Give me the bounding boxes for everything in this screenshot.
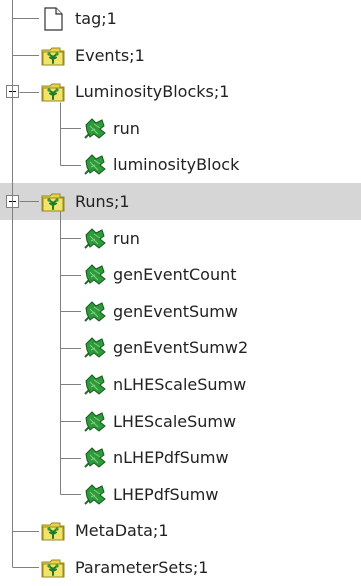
tree-folder-icon — [40, 189, 66, 215]
tree-folder-icon — [40, 518, 66, 544]
tree-node-runs-lhep[interactable]: LHEPdfSumw — [0, 476, 361, 513]
tree-node-label: luminosityBlock — [113, 155, 240, 175]
tree-view: tag;1 Events;1 LuminosityBlocks;1 run lumino… — [0, 0, 361, 580]
tree-node-label: MetaData;1 — [75, 521, 169, 541]
tree-node-label: nLHEScaleSumw — [113, 375, 247, 394]
tree-node-events[interactable]: Events;1 — [0, 37, 361, 74]
tree-node-runs-ges2[interactable]: genEventSumw2 — [0, 329, 361, 366]
leaf-branch-icon — [82, 482, 108, 508]
leaf-branch-icon — [82, 262, 108, 288]
tree-node-label: Events;1 — [75, 45, 145, 65]
tree-node-lumi-run[interactable]: run — [0, 110, 361, 147]
tree-node-label: genEventCount — [113, 265, 237, 285]
tree-node-runs-nlhes[interactable]: nLHEScaleSumw — [0, 366, 361, 403]
leaf-branch-icon — [82, 372, 108, 398]
tree-node-label: LHEPdfSumw — [113, 484, 219, 504]
tree-node-lumi-lb[interactable]: luminosityBlock — [0, 146, 361, 183]
collapse-icon[interactable] — [6, 195, 19, 208]
tree-node-runs-nlhep[interactable]: nLHEPdfSumw — [0, 439, 361, 476]
leaf-branch-icon — [82, 226, 108, 252]
tree-folder-icon — [40, 43, 66, 69]
tree-node-meta[interactable]: MetaData;1 — [0, 512, 361, 549]
tree-node-label: LHEScaleSumw — [113, 411, 237, 431]
tree-node-runs-ges[interactable]: genEventSumw — [0, 293, 361, 330]
tree-node-label: genEventSumw2 — [113, 338, 249, 358]
tree-node-label: Runs;1 — [75, 192, 130, 211]
tree-node-runs[interactable]: Runs;1 — [0, 183, 361, 220]
tree-node-label: ParameterSets;1 — [75, 558, 209, 577]
leaf-branch-icon — [82, 116, 108, 142]
tree-node-lumi[interactable]: LuminosityBlocks;1 — [0, 73, 361, 110]
tree-node-runs-lhes[interactable]: LHEScaleSumw — [0, 403, 361, 440]
tree-node-label: nLHEPdfSumw — [113, 448, 229, 468]
tree-node-tag[interactable]: tag;1 — [0, 0, 361, 37]
tree-folder-icon — [40, 79, 66, 105]
leaf-branch-icon — [82, 409, 108, 435]
tree-node-label: run — [113, 228, 140, 248]
tree-node-runs-run[interactable]: run — [0, 220, 361, 257]
leaf-branch-icon — [82, 445, 108, 471]
leaf-branch-icon — [82, 152, 108, 178]
file-icon — [40, 6, 66, 32]
tree-node-params[interactable]: ParameterSets;1 — [0, 549, 361, 586]
tree-node-label: genEventSumw — [113, 301, 238, 321]
leaf-branch-icon — [82, 335, 108, 361]
leaf-branch-icon — [82, 299, 108, 325]
tree-node-runs-gec[interactable]: genEventCount — [0, 256, 361, 293]
tree-node-label: run — [113, 118, 140, 138]
tree-node-label: LuminosityBlocks;1 — [75, 82, 230, 102]
collapse-icon[interactable] — [6, 85, 19, 99]
tree-folder-icon — [40, 555, 66, 581]
tree-node-label: tag;1 — [75, 9, 117, 28]
